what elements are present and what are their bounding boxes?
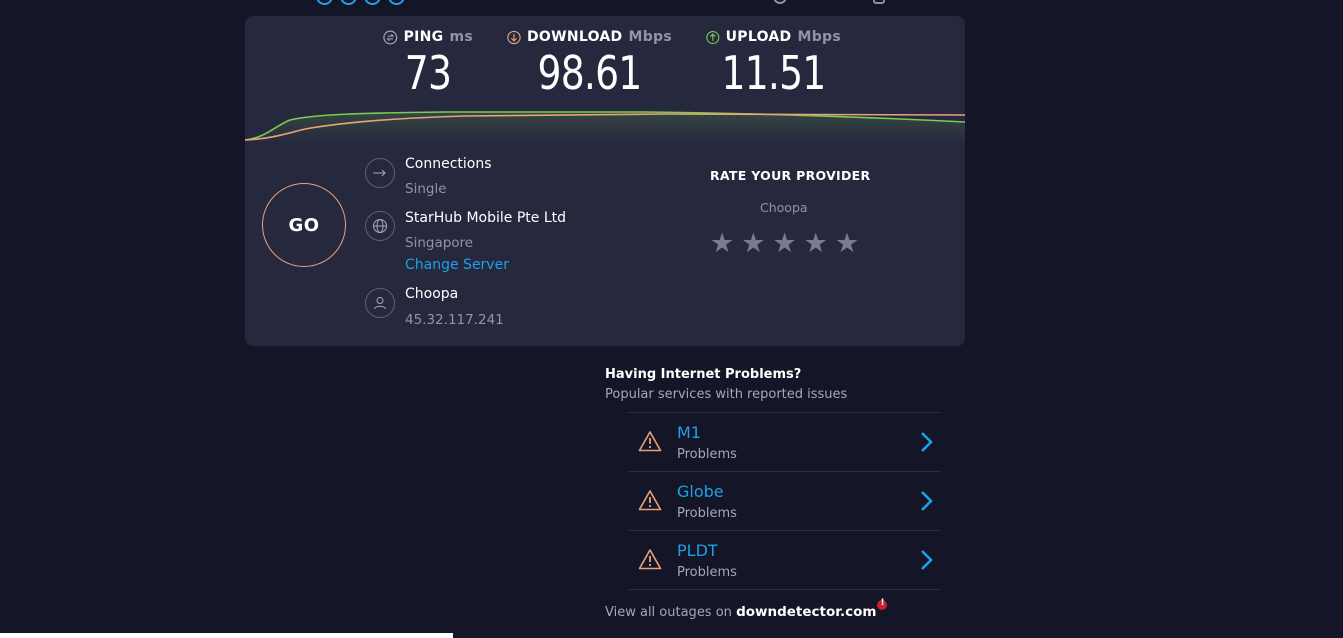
- upload-arrow-icon: [706, 30, 720, 44]
- upload-metric: UPLOAD Mbps 11.51: [706, 29, 841, 100]
- warning-icon: [638, 549, 662, 570]
- connections-mode[interactable]: Single: [405, 181, 447, 197]
- ping-metric: PING ms 73: [383, 29, 473, 100]
- download-label: DOWNLOAD: [526, 29, 623, 45]
- share-icon[interactable]: [316, 0, 333, 5]
- share-icon[interactable]: [340, 0, 357, 5]
- ping-unit: ms: [449, 29, 473, 45]
- ping-header: PING ms: [383, 29, 473, 45]
- upload-value: 11.51: [721, 46, 827, 100]
- problems-list: M1 Problems Globe Problems PLDT Problems: [628, 412, 941, 590]
- ping-label: PING: [403, 29, 444, 45]
- share-icon[interactable]: [388, 0, 405, 5]
- star-icon[interactable]: ★: [835, 230, 859, 257]
- outages-text: View all outages on: [605, 605, 732, 620]
- warning-icon: [638, 431, 662, 452]
- service-name[interactable]: M1: [677, 423, 701, 442]
- star-icon[interactable]: ★: [804, 230, 828, 257]
- ping-icon: [383, 30, 398, 44]
- speed-graph: [245, 111, 965, 144]
- isp-location: Singapore: [405, 235, 474, 251]
- result-panel: PING ms 73 DOWNLOAD Mbps 98.61 UPLOAD Mb…: [245, 16, 965, 346]
- outages-link[interactable]: View all outages on downdetector.com: [605, 598, 888, 620]
- chevron-right-icon[interactable]: [919, 490, 933, 512]
- download-metric: DOWNLOAD Mbps 98.61: [507, 29, 672, 100]
- connections-title: Connections: [405, 156, 492, 172]
- upload-header: UPLOAD Mbps: [706, 29, 841, 45]
- bottom-scrollbar: [0, 633, 453, 638]
- download-arrow-icon: [507, 30, 521, 44]
- service-status: Problems: [677, 565, 737, 580]
- host-ip: 45.32.117.241: [405, 312, 504, 328]
- service-name[interactable]: Globe: [677, 482, 724, 501]
- ping-value: 73: [404, 46, 452, 100]
- star-icon[interactable]: ★: [772, 230, 796, 257]
- chevron-right-icon[interactable]: [919, 431, 933, 453]
- chevron-right-icon[interactable]: [919, 549, 933, 571]
- globe-icon: [365, 211, 395, 241]
- download-value: 98.61: [537, 46, 643, 100]
- alert-icon: [877, 598, 888, 610]
- speedtest-page: PING ms 73 DOWNLOAD Mbps 98.61 UPLOAD Mb…: [0, 0, 1343, 638]
- rating-stars: ★ ★ ★ ★ ★: [710, 230, 859, 257]
- settings-icon[interactable]: [873, 0, 885, 4]
- service-status: Problems: [677, 447, 737, 462]
- go-button[interactable]: GO: [262, 183, 346, 267]
- host-name: Choopa: [405, 286, 459, 302]
- rate-provider-name: Choopa: [760, 200, 808, 215]
- problem-item-m1[interactable]: M1 Problems: [628, 412, 941, 471]
- problems-subtitle: Popular services with reported issues: [605, 387, 848, 402]
- rate-provider-title: RATE YOUR PROVIDER: [710, 168, 871, 183]
- download-header: DOWNLOAD Mbps: [507, 29, 672, 45]
- upload-unit: Mbps: [797, 29, 841, 45]
- downdetector-brand[interactable]: downdetector.com: [736, 604, 876, 620]
- problem-item-globe[interactable]: Globe Problems: [628, 471, 941, 530]
- problems-title: Having Internet Problems?: [605, 367, 802, 382]
- service-name[interactable]: PLDT: [677, 541, 718, 560]
- share-icon[interactable]: [364, 0, 381, 5]
- problem-item-pldt[interactable]: PLDT Problems: [628, 530, 941, 590]
- service-status: Problems: [677, 506, 737, 521]
- change-server-link[interactable]: Change Server: [405, 257, 509, 273]
- isp-name: StarHub Mobile Pte Ltd: [405, 210, 566, 226]
- results-icon[interactable]: [773, 0, 787, 4]
- warning-icon: [638, 490, 662, 511]
- download-unit: Mbps: [628, 29, 672, 45]
- user-icon: [365, 288, 395, 318]
- upload-label: UPLOAD: [725, 29, 792, 45]
- top-share-icons: [316, 0, 405, 5]
- star-icon[interactable]: ★: [710, 230, 734, 257]
- star-icon[interactable]: ★: [741, 230, 765, 257]
- connections-icon: [365, 158, 395, 188]
